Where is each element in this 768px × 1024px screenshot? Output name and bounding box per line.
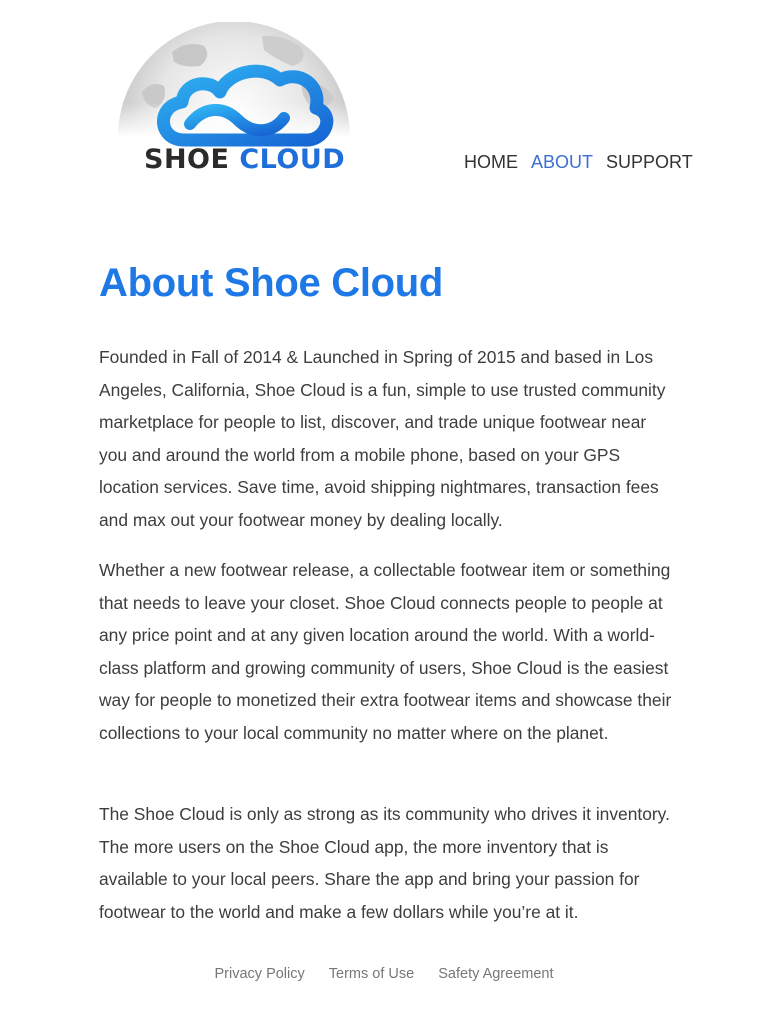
- main-content: About Shoe Cloud Founded in Fall of 2014…: [99, 256, 674, 922]
- nav-item-home[interactable]: HOME: [464, 152, 518, 173]
- nav-item-support[interactable]: SUPPORT: [606, 152, 693, 173]
- page: SHOE CLOUD HOME ABOUT SUPPORT About Shoe…: [0, 0, 768, 1024]
- footer-link-terms-of-use[interactable]: Terms of Use: [329, 966, 414, 982]
- site-logo[interactable]: SHOE CLOUD: [112, 22, 356, 192]
- footer-link-privacy-policy[interactable]: Privacy Policy: [215, 966, 305, 982]
- footer-link-safety-agreement[interactable]: Safety Agreement: [438, 966, 553, 982]
- logo-word-cloud: CLOUD: [239, 144, 346, 175]
- about-paragraph-2: Whether a new footwear release, a collec…: [99, 560, 672, 743]
- page-title: About Shoe Cloud: [99, 261, 444, 305]
- main-nav: HOME ABOUT SUPPORT: [464, 152, 693, 173]
- nav-item-about[interactable]: ABOUT: [531, 152, 593, 173]
- logo-word-shoe: SHOE: [144, 144, 230, 175]
- logo-wordmark: SHOE CLOUD: [144, 144, 345, 175]
- about-paragraph-3: The Shoe Cloud is only as strong as its …: [99, 804, 670, 922]
- about-paragraph-1: Founded in Fall of 2014 & Launched in Sp…: [99, 347, 666, 530]
- site-footer: Privacy Policy Terms of Use Safety Agree…: [0, 966, 768, 982]
